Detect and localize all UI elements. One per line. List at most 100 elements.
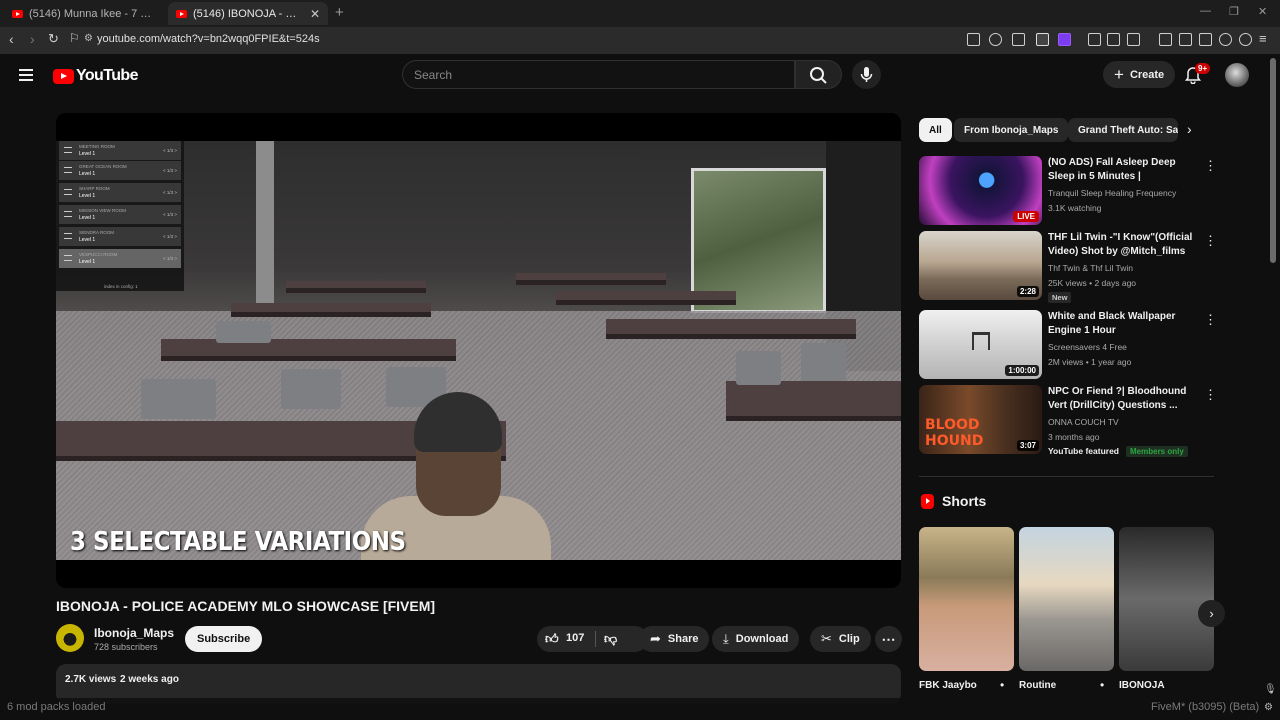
youtube-featured-label: YouTube featured: [1048, 446, 1119, 456]
rec-channel[interactable]: Screensavers 4 Free: [1048, 342, 1127, 352]
zoom-icon[interactable]: [989, 33, 1002, 46]
minimize-icon[interactable]: —: [1200, 5, 1211, 17]
like-count[interactable]: 107: [566, 632, 584, 644]
extension-icon[interactable]: [1088, 33, 1101, 46]
close-window-icon[interactable]: ✕: [1258, 5, 1267, 18]
maximize-icon[interactable]: ❐: [1229, 5, 1239, 18]
video-caption: 3 SELECTABLE VARIATIONS: [70, 527, 406, 557]
scene-pillar: [256, 141, 274, 311]
short-title[interactable]: Routine: [1019, 680, 1056, 691]
rec-title[interactable]: THF Lil Twin -"I Know"(Official Video) S…: [1048, 231, 1198, 259]
video-thumbnail[interactable]: 1:00:00: [919, 310, 1042, 379]
recommendation-item[interactable]: LIVE (NO ADS) Fall Asleep Deep Sleep in …: [919, 156, 1219, 226]
members-only-badge: Members only: [1126, 446, 1188, 457]
rewards-icon[interactable]: [1058, 33, 1071, 46]
more-vert-icon[interactable]: ⋮: [1204, 312, 1217, 328]
short-thumbnail[interactable]: [1019, 527, 1114, 671]
short-thumbnail[interactable]: [919, 527, 1014, 671]
recommendation-item[interactable]: 2:28 THF Lil Twin -"I Know"(Official Vid…: [919, 231, 1219, 303]
sidebar-icon[interactable]: [1179, 33, 1192, 46]
back-icon[interactable]: ‹: [9, 31, 14, 47]
search-input[interactable]: [414, 68, 774, 82]
rec-channel[interactable]: ONNA COUCH TV: [1048, 417, 1119, 427]
video-thumbnail[interactable]: BLOOD HOUND 3:07: [919, 385, 1042, 454]
youtube-logo[interactable]: YouTube: [53, 67, 138, 85]
puzzle-icon[interactable]: [1107, 33, 1120, 46]
page-scrollbar[interactable]: [1270, 58, 1276, 263]
voice-search-button[interactable]: [852, 60, 881, 89]
settings-icon: ⚙: [1264, 702, 1273, 713]
forward-icon[interactable]: ›: [30, 31, 35, 47]
vpn-icon[interactable]: [1239, 33, 1252, 46]
channel-avatar[interactable]: [56, 624, 84, 652]
shorts-next-button[interactable]: ›: [1198, 600, 1225, 627]
more-vert-icon[interactable]: •: [1100, 678, 1104, 692]
tab-ibonoja[interactable]: (5146) IBONOJA - POLICE ACAD ✕: [168, 2, 328, 25]
rec-channel[interactable]: Tranquil Sleep Healing Frequency: [1048, 188, 1176, 198]
bookmark-icon[interactable]: ⚐: [69, 31, 80, 45]
scene-chair: [801, 343, 846, 381]
more-vert-icon[interactable]: •: [1000, 678, 1004, 692]
view-count: 2.7K views: [65, 674, 117, 685]
chip-gta-sa[interactable]: Grand Theft Auto: San Andreas: [1068, 118, 1178, 142]
wallet-icon[interactable]: [1199, 33, 1212, 46]
tab-munna-ikee[interactable]: (5146) Munna Ikee - 7 Years Old (Luk: [4, 2, 164, 25]
short-title[interactable]: IBONOJA: [1119, 680, 1165, 691]
clip-button[interactable]: ✂ Clip: [810, 626, 871, 652]
screenshot-icon[interactable]: [1127, 33, 1140, 46]
more-vert-icon[interactable]: ⋮: [1204, 233, 1217, 249]
logo-text: YouTube: [76, 67, 138, 84]
create-button[interactable]: + Create: [1103, 61, 1176, 88]
youtube-play-icon: [53, 68, 74, 84]
more-vert-icon[interactable]: ⋮: [1204, 158, 1217, 174]
config-menu-row: GREAT OCEAN ROOM Level 1 < 1/3 >: [59, 161, 181, 180]
site-settings-icon[interactable]: ⚙: [84, 33, 93, 44]
share-page-icon[interactable]: [1012, 33, 1025, 46]
search-button[interactable]: [795, 60, 842, 89]
address-bar: ‹ › ↻ ⚐ ⚙ youtube.com/watch?v=bn2wqq0FPI…: [0, 27, 1280, 54]
rec-channel[interactable]: Thf Twin & Thf Lil Twin: [1048, 263, 1133, 273]
video-thumbnail[interactable]: LIVE: [919, 156, 1042, 225]
video-title: IBONOJA - POLICE ACADEMY MLO SHOWCASE [F…: [56, 598, 436, 614]
close-tab-icon[interactable]: ✕: [310, 7, 320, 21]
config-menu-row: MEETING ROOM Level 1 < 1/3 >: [59, 141, 181, 160]
hamburger-menu-icon[interactable]: [19, 69, 33, 84]
brave-shield-icon[interactable]: [1036, 33, 1049, 46]
reload-icon[interactable]: ↻: [48, 31, 59, 47]
shorts-heading: Shorts: [942, 493, 987, 509]
tab-label: (5146) IBONOJA - POLICE ACAD: [193, 7, 302, 20]
plus-icon: +: [1114, 64, 1124, 84]
chevron-right-icon[interactable]: ›: [1187, 121, 1192, 137]
menu-icon[interactable]: ≡: [1259, 31, 1267, 46]
rec-title[interactable]: NPC Or Fiend ?| Bloodhound Vert (DrillCi…: [1048, 385, 1198, 413]
clip-label: Clip: [838, 633, 860, 645]
download-button[interactable]: ⤓ Download: [712, 626, 800, 652]
torii-gate-icon: [972, 332, 990, 350]
dislike-icon[interactable]: 👎︎: [604, 631, 617, 647]
search-icon: [810, 67, 827, 84]
new-tab-button[interactable]: +: [335, 4, 344, 21]
url-field[interactable]: youtube.com/watch?v=bn2wqq0FPIE&t=524s: [97, 33, 320, 45]
subscribe-button[interactable]: Subscribe: [185, 626, 263, 652]
ai-assistant-icon[interactable]: [1219, 33, 1232, 46]
share-button[interactable]: ➦ Share: [639, 626, 710, 652]
cast-icon[interactable]: [967, 33, 980, 46]
duration-badge: 2:28: [1016, 286, 1039, 297]
short-thumbnail[interactable]: [1119, 527, 1214, 671]
recommendation-item[interactable]: 1:00:00 White and Black Wallpaper Engine…: [919, 310, 1219, 380]
rec-title[interactable]: White and Black Wallpaper Engine 1 Hour: [1048, 310, 1198, 338]
youtube-favicon-icon: [12, 9, 23, 18]
channel-name[interactable]: Ibonoja_Maps: [94, 626, 174, 640]
more-actions-button[interactable]: ⋯: [875, 626, 902, 652]
short-title[interactable]: FBK Jaaybo: [919, 680, 977, 691]
video-player[interactable]: MEETING ROOM Level 1 < 1/3 > GREAT OCEAN R…: [56, 113, 901, 588]
recommendation-item[interactable]: BLOOD HOUND 3:07 NPC Or Fiend ?| Bloodho…: [919, 385, 1219, 456]
rec-title[interactable]: (NO ADS) Fall Asleep Deep Sleep in 5 Min…: [1048, 156, 1198, 185]
music-icon[interactable]: [1159, 33, 1172, 46]
more-vert-icon[interactable]: ⋮: [1204, 387, 1217, 403]
chip-all[interactable]: All: [919, 118, 952, 142]
video-thumbnail[interactable]: 2:28: [919, 231, 1042, 300]
like-icon[interactable]: 👍︎: [545, 631, 559, 647]
chip-from-channel[interactable]: From Ibonoja_Maps: [954, 118, 1069, 142]
account-avatar[interactable]: [1225, 63, 1249, 87]
